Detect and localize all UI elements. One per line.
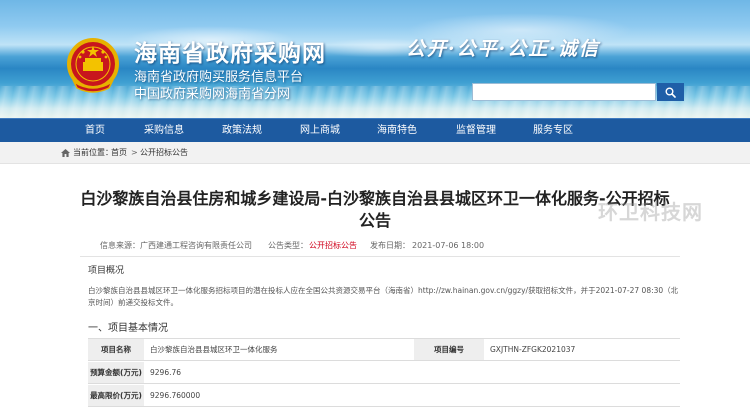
meta-date-label: 发布日期： bbox=[370, 241, 410, 250]
nav-item-procurement-info[interactable]: 采购信息 bbox=[140, 119, 188, 143]
header-banner: 海南省政府采购网 海南省政府购买服务信息平台 中国政府采购网海南省分网 公开·公… bbox=[0, 0, 750, 118]
site-subtitle-branch: 中国政府采购网海南省分网 bbox=[134, 87, 291, 102]
nav-item-online-mall[interactable]: 网上商城 bbox=[296, 119, 344, 143]
table-label-project-name: 项目名称 bbox=[88, 339, 144, 361]
home-icon bbox=[61, 149, 70, 157]
breadcrumb: 当前位置： 首页 > 公开招标公告 bbox=[0, 142, 750, 164]
table-value-project-number: GXJTHN-ZFGK2021037 bbox=[484, 339, 680, 361]
page-root: 海南省政府采购网 海南省政府购买服务信息平台 中国政府采购网海南省分网 公开·公… bbox=[0, 0, 750, 407]
breadcrumb-prefix: 当前位置： bbox=[73, 148, 113, 157]
meta-type-value: 公开招标公告 bbox=[309, 241, 357, 250]
slogan: 公开·公平·公正·诚信 bbox=[406, 38, 600, 60]
table-label-max-price: 最高限价(万元) bbox=[88, 385, 144, 407]
meta-source-label: 信息来源： bbox=[100, 241, 140, 250]
national-emblem-icon bbox=[67, 38, 119, 93]
overview-heading: 项目概况 bbox=[88, 266, 125, 276]
breadcrumb-current[interactable]: 公开招标公告 bbox=[140, 142, 188, 164]
nav-item-policy[interactable]: 政策法规 bbox=[218, 119, 266, 143]
nav-item-home[interactable]: 首页 bbox=[78, 119, 112, 143]
section-basic-info-heading: 一、项目基本情况 bbox=[88, 323, 168, 334]
table-label-budget: 预算金额(万元) bbox=[88, 362, 144, 384]
table-value-project-name: 白沙黎族自治县县城区环卫一体化服务 bbox=[144, 339, 414, 361]
nav-item-supervision[interactable]: 监督管理 bbox=[452, 119, 500, 143]
breadcrumb-separator: > bbox=[131, 148, 138, 157]
table-value-budget: 9296.76 bbox=[144, 362, 680, 384]
meta-source-value: 广西建通工程咨询有限责任公司 bbox=[140, 241, 252, 250]
project-info-table: 项目名称 白沙黎族自治县县城区环卫一体化服务 项目编号 GXJTHN-ZFGK2… bbox=[88, 338, 680, 407]
search-input[interactable] bbox=[472, 83, 656, 101]
table-label-project-number: 项目编号 bbox=[414, 339, 484, 361]
meta-date-value: 2021-07-06 18:00 bbox=[412, 241, 485, 250]
nav-item-hainan-features[interactable]: 海南特色 bbox=[373, 119, 421, 143]
site-title[interactable]: 海南省政府采购网 bbox=[134, 34, 326, 68]
overview-text: 白沙黎族自治县县城区环卫一体化服务招标项目的潜在投标人应在全国公共资源交易平台（… bbox=[88, 286, 679, 307]
article-title: 白沙黎族自治县住房和城乡建设局-白沙黎族自治县县城区环卫一体化服务-公开招标公告 bbox=[80, 189, 670, 230]
watermark: 环卫科技网 bbox=[598, 200, 703, 224]
meta-type-label: 公告类型： bbox=[268, 241, 308, 250]
table-value-max-price: 9296.760000 bbox=[144, 385, 680, 407]
meta-divider bbox=[80, 256, 680, 257]
search-button[interactable] bbox=[657, 83, 684, 101]
breadcrumb-home-link[interactable]: 首页 bbox=[111, 142, 127, 164]
main-nav: 首页 采购信息 政策法规 网上商城 海南特色 监督管理 服务专区 bbox=[0, 118, 750, 142]
search-icon bbox=[665, 87, 676, 98]
nav-item-service-zone[interactable]: 服务专区 bbox=[529, 119, 577, 143]
